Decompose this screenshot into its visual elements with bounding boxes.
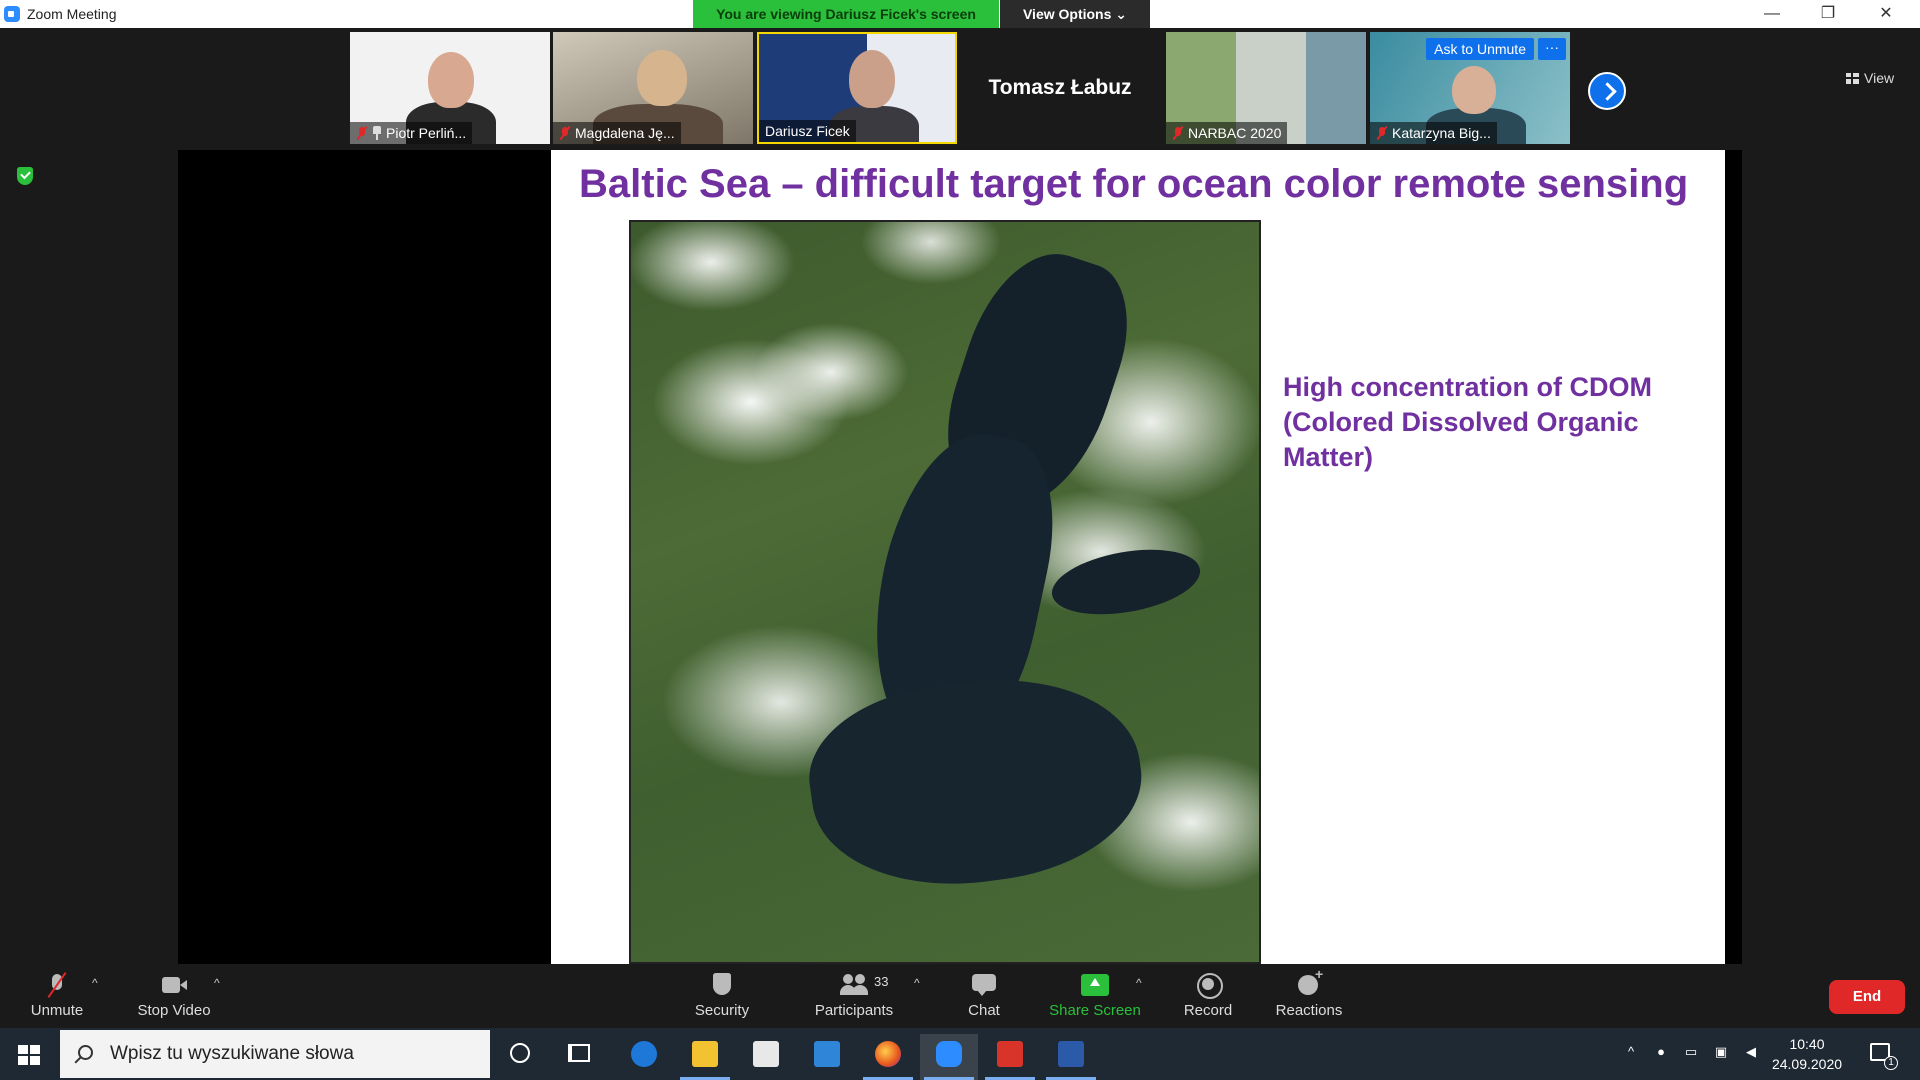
unmute-button[interactable]: Unmute [24,972,90,1019]
zoom-app-icon [4,6,20,22]
microphone-tray-icon[interactable]: ● [1652,1044,1670,1062]
shared-screen-area: Baltic Sea – difficult target for ocean … [0,150,1920,964]
firefox-icon[interactable] [859,1034,917,1080]
window-titlebar: Zoom Meeting You are viewing Dariusz Fic… [0,0,1920,28]
chat-label: Chat [968,1002,1000,1019]
chat-button[interactable]: Chat [958,972,1010,1019]
participant-tile[interactable]: Magdalena Ję... [553,32,753,144]
taskbar-clock[interactable]: 10:40 24.09.2020 [1770,1034,1844,1074]
participant-video-strip: Piotr Perliń... Magdalena Ję... Dariusz … [0,28,1920,150]
file-explorer-icon[interactable] [676,1034,734,1080]
shared-screen-frame: Baltic Sea – difficult target for ocean … [178,150,1742,964]
participant-tile[interactable]: Ask to Unmute ··· Katarzyna Big... [1370,32,1570,144]
search-icon [78,1045,93,1060]
zoom-taskbar-icon[interactable] [920,1034,978,1080]
restore-icon[interactable]: ❐ [1800,0,1856,28]
network-icon[interactable]: ▣ [1712,1044,1730,1062]
notification-count-badge: 1 [1884,1056,1898,1070]
cortana-icon[interactable] [510,1043,530,1063]
microsoft-store-icon[interactable] [737,1034,795,1080]
word-icon[interactable] [1042,1034,1100,1080]
windows-start-icon[interactable] [18,1045,40,1065]
satellite-image [629,220,1261,964]
meeting-toolbar: Unmute ^ Stop Video ^ Security Participa… [0,964,1920,1028]
ask-to-unmute-button[interactable]: Ask to Unmute [1426,38,1534,60]
participant-name-bar: Magdalena Ję... [553,122,681,144]
mic-muted-icon [356,126,368,140]
mic-muted-icon [559,126,571,140]
audio-options-caret[interactable]: ^ [92,976,98,990]
participant-name-bar: Piotr Perliń... [350,122,473,144]
pdf-reader-icon[interactable] [981,1034,1039,1080]
windows-taskbar: Wpisz tu wyszukiwane słowa ^ ● ▭ ▣ ◀ 10:… [0,1028,1920,1080]
show-hidden-icons-icon[interactable]: ^ [1622,1044,1640,1062]
slide-title: Baltic Sea – difficult target for ocean … [579,162,1689,206]
pin-icon [372,126,382,140]
share-screen-icon [1081,972,1109,998]
volume-icon[interactable]: ◀ [1742,1044,1760,1062]
participant-name: Magdalena Ję... [575,125,675,141]
more-options-button[interactable]: ··· [1538,38,1566,60]
participant-tile[interactable]: NARBAC 2020 [1166,32,1366,144]
participant-name-bar: Dariusz Ficek [759,120,856,142]
battery-icon[interactable]: ▭ [1682,1044,1700,1062]
participant-name: Piotr Perliń... [386,125,467,141]
participant-name: Dariusz Ficek [765,123,850,139]
taskbar-search-input[interactable]: Wpisz tu wyszukiwane słowa [60,1030,490,1078]
search-placeholder: Wpisz tu wyszukiwane słowa [110,1043,354,1064]
participant-name: Katarzyna Big... [1392,125,1491,141]
edge-browser-icon[interactable] [615,1034,673,1080]
share-screen-label: Share Screen [1049,1002,1141,1019]
participants-options-caret[interactable]: ^ [914,976,920,990]
task-view-icon[interactable] [568,1044,590,1062]
presentation-slide: Baltic Sea – difficult target for ocean … [551,150,1725,964]
security-label: Security [694,1002,750,1019]
chat-bubble-icon [970,972,998,998]
minimize-icon[interactable]: — [1744,0,1800,28]
participants-count: 33 [874,974,889,989]
close-icon[interactable]: ✕ [1858,0,1914,28]
clock-time: 10:40 [1789,1036,1825,1052]
end-meeting-button[interactable]: End [1829,980,1905,1014]
view-button[interactable]: View [1846,70,1894,86]
microphone-muted-icon [43,972,71,998]
grid-view-icon [1846,72,1859,84]
participants-label: Participants [814,1002,894,1019]
share-options-caret[interactable]: ^ [1136,976,1142,990]
video-options-caret[interactable]: ^ [214,976,220,990]
reactions-label: Reactions [1275,1002,1343,1019]
participants-icon [840,972,868,998]
reactions-button[interactable]: Reactions [1270,966,1348,1019]
video-camera-icon [160,972,188,998]
record-label: Record [1183,1002,1233,1019]
view-label: View [1864,70,1895,86]
share-screen-button[interactable]: Share Screen [1046,972,1144,1019]
encryption-shield-icon[interactable] [17,167,33,185]
participant-tile[interactable]: Piotr Perliń... [350,32,550,144]
active-speaker-tile[interactable]: Dariusz Ficek [757,32,957,144]
window-title: Zoom Meeting [27,6,117,22]
participant-name-bar: Katarzyna Big... [1370,122,1497,144]
slide-body-text: High concentration of CDOM (Colored Diss… [1283,372,1652,472]
stop-video-label: Stop Video [137,1002,211,1019]
participant-name: NARBAC 2020 [1188,125,1282,141]
mail-icon[interactable] [798,1034,856,1080]
mic-muted-icon [1376,126,1388,140]
clock-date: 24.09.2020 [1771,1056,1843,1072]
security-shield-icon [708,972,736,998]
viewing-screen-banner: You are viewing Dariusz Ficek's screen [693,0,999,28]
security-button[interactable]: Security [684,972,760,1019]
participant-name-bar: NARBAC 2020 [1166,122,1288,144]
mic-muted-icon [1172,126,1184,140]
view-options-button[interactable]: View Options ⌄ [1000,0,1150,28]
record-icon [1194,972,1223,999]
participant-name-no-video[interactable]: Tomasz Łabuz [960,32,1160,144]
record-button[interactable]: Record [1180,972,1236,1019]
stop-video-button[interactable]: Stop Video [130,972,218,1019]
reactions-smiley-icon [1295,966,1323,998]
unmute-label: Unmute [30,1002,84,1019]
next-page-arrow-icon[interactable] [1588,72,1626,110]
